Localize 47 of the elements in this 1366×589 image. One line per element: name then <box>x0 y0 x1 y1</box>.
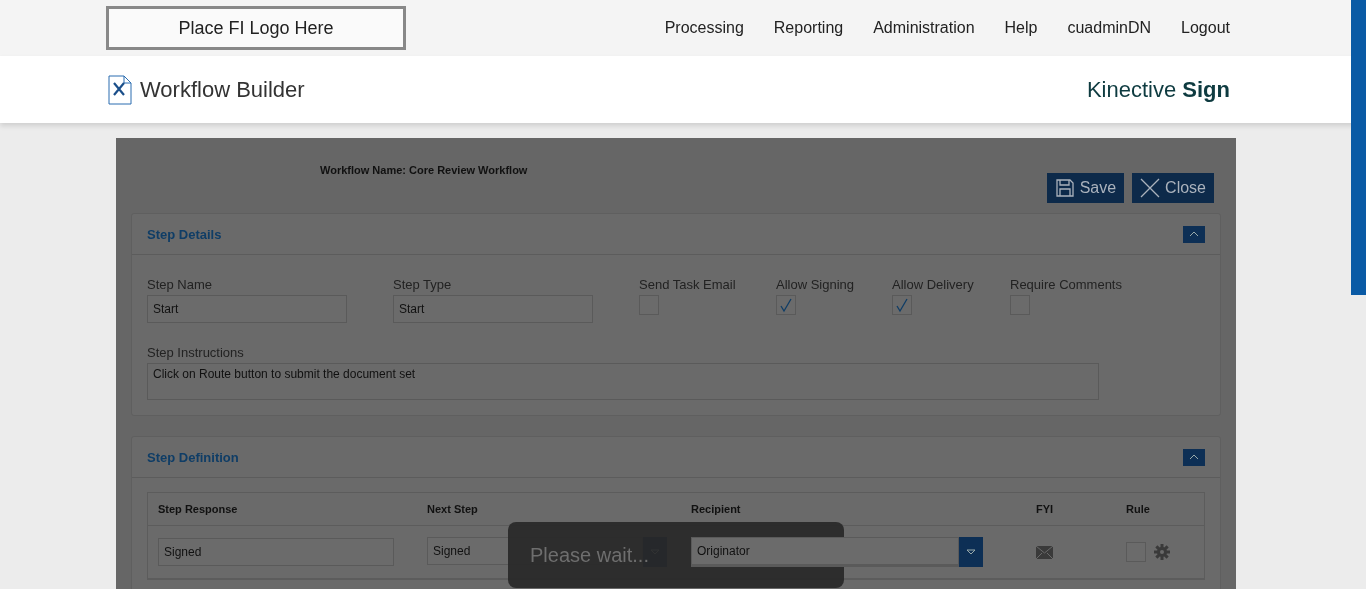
checkbox[interactable] <box>892 295 912 315</box>
collapse-button[interactable] <box>1183 448 1205 466</box>
field-label: Step Name <box>147 277 214 292</box>
checkbox[interactable] <box>776 295 796 315</box>
column-header: Step Response <box>158 503 239 515</box>
field-label: Step Instructions <box>147 345 244 360</box>
nav-link[interactable]: cuadminDN <box>1067 19 1152 37</box>
close-button[interactable]: Close <box>1132 173 1214 203</box>
checkbox-label: Allow Signing <box>776 277 856 292</box>
workflow-name: Workflow Name: Core Review Workflow <box>320 164 528 178</box>
text-field[interactable]: Start <box>393 295 593 323</box>
nav-link[interactable]: Logout <box>1181 19 1230 37</box>
nav-link[interactable]: Help <box>1004 19 1038 37</box>
text-field[interactable]: Signed <box>158 538 394 566</box>
dropdown[interactable]: Originator <box>691 537 983 567</box>
column-header: Next Step <box>427 503 479 515</box>
check-icon <box>894 297 910 313</box>
collapse-button[interactable] <box>1183 225 1205 243</box>
caret-down-icon <box>966 549 976 555</box>
section-title: Step Definition <box>147 449 239 465</box>
save-icon <box>1054 178 1075 198</box>
envelope-icon[interactable] <box>1036 545 1053 559</box>
text-field[interactable]: Start <box>147 295 347 323</box>
document-tools-icon <box>108 74 132 105</box>
brand-name: Kinective Sign <box>1086 76 1230 103</box>
page-title: Workflow Builder <box>140 76 305 103</box>
column-header: Recipient <box>691 503 742 515</box>
scrollbar-thumb[interactable] <box>1351 0 1366 295</box>
instructions-field[interactable]: Click on Route button to submit the document set <box>147 363 1099 400</box>
loading-message: Please wait... <box>530 543 649 567</box>
save-button[interactable]: Save <box>1046 173 1125 203</box>
checkbox-label: Allow Delivery <box>892 277 975 292</box>
chevron-up-icon <box>1189 231 1199 237</box>
chevron-up-icon <box>1189 454 1199 460</box>
column-header: FYI <box>1036 503 1055 515</box>
nav-link[interactable]: Reporting <box>773 19 844 37</box>
nav-link[interactable]: Processing <box>664 19 744 37</box>
close-icon <box>1140 178 1161 198</box>
gear-icon[interactable] <box>1154 544 1170 560</box>
field-label: Step Type <box>393 277 453 292</box>
logo-text: Place FI Logo Here <box>178 17 334 39</box>
section-title: Step Details <box>147 226 222 242</box>
check-icon <box>778 297 794 313</box>
column-header: Rule <box>1126 503 1151 515</box>
checkbox-label: Send Task Email <box>639 277 737 292</box>
checkbox-label: Require Comments <box>1010 277 1123 292</box>
nav-link[interactable]: Administration <box>873 19 975 37</box>
